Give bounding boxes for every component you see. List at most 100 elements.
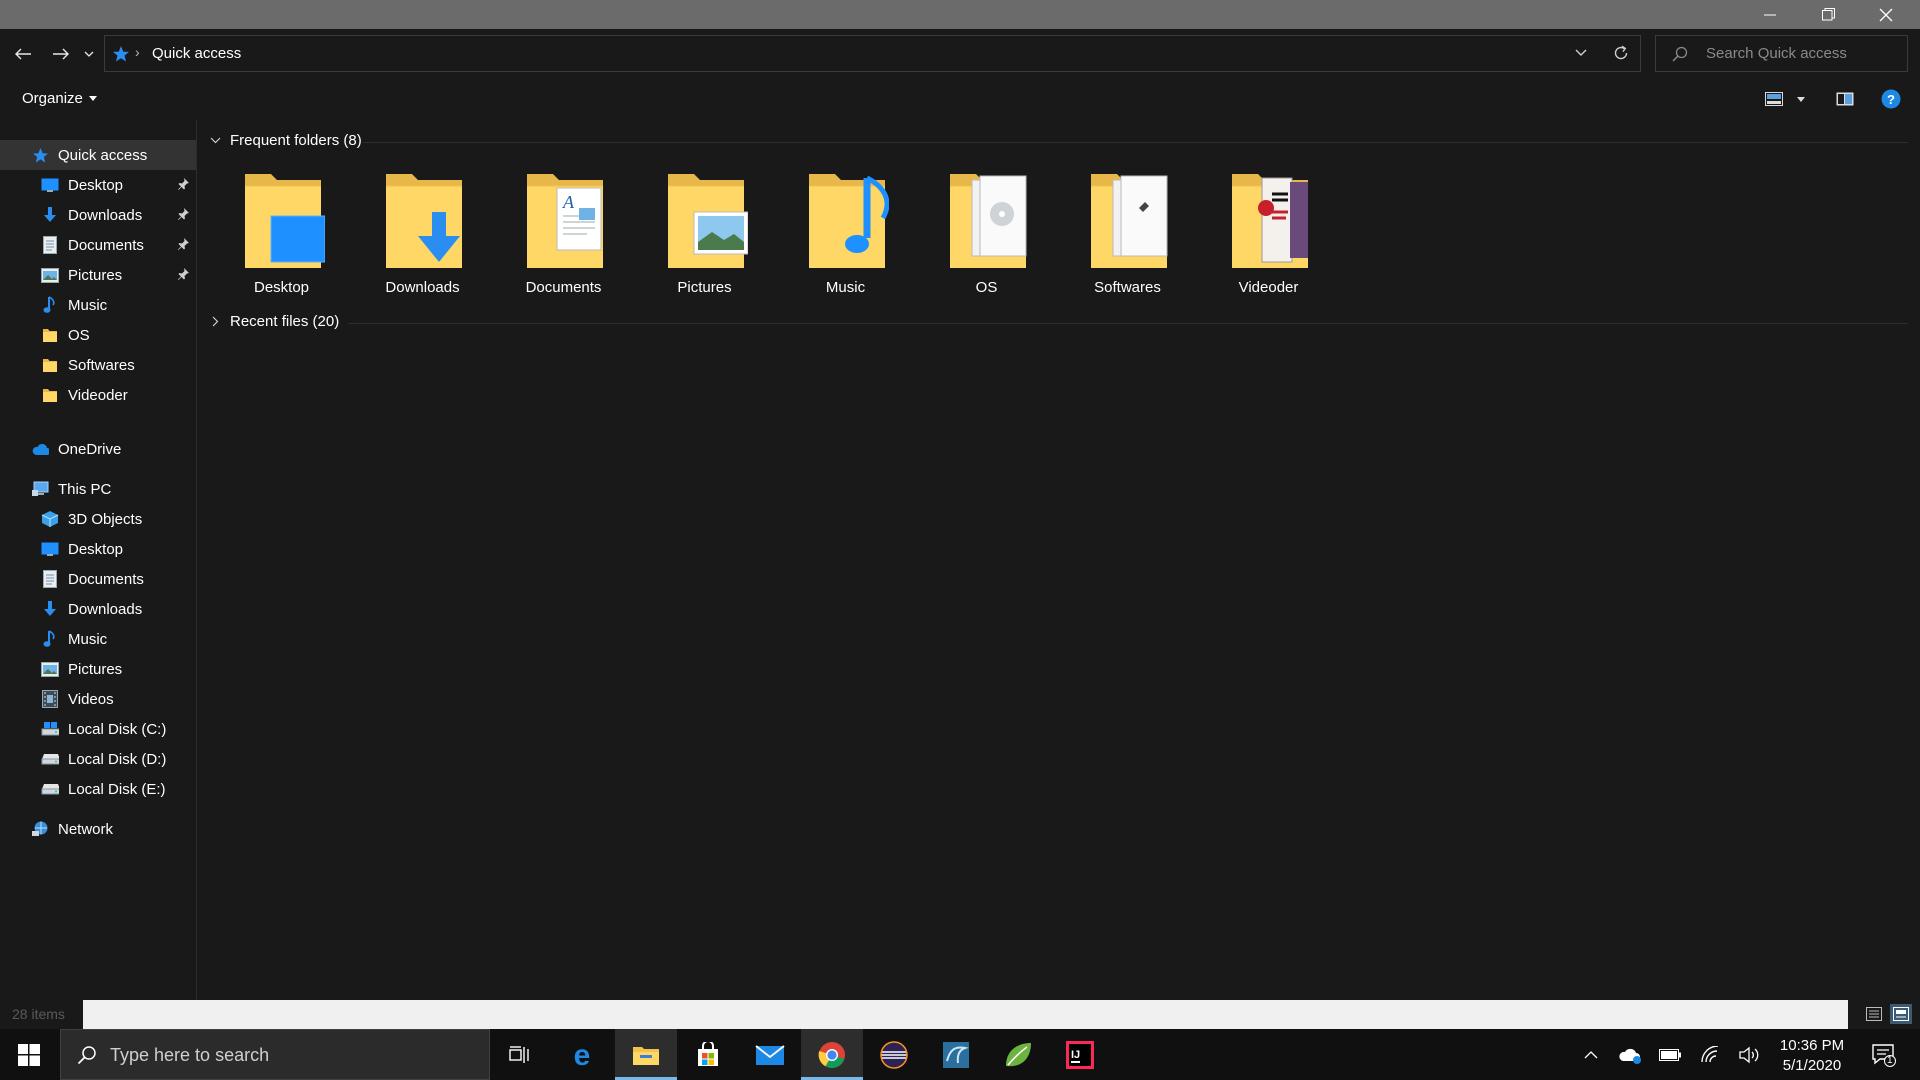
onedrive-cloud-icon: [1619, 1048, 1641, 1064]
close-button[interactable]: [1857, 0, 1915, 29]
recent-files-title: Recent files (20): [230, 313, 340, 330]
nav-pc-item[interactable]: 3D Objects: [0, 504, 196, 534]
nav-item-label: Downloads: [68, 206, 143, 224]
nav-item-desktop[interactable]: Desktop: [0, 170, 196, 200]
refresh-button[interactable]: [1612, 44, 1630, 67]
music-icon: [41, 630, 59, 648]
address-dropdown-button[interactable]: [1574, 46, 1588, 65]
preview-pane-button[interactable]: [1833, 88, 1857, 110]
nav-quick-access[interactable]: Quick access: [0, 140, 196, 170]
details-view-icon: [1866, 1007, 1882, 1021]
large-icons-view-button[interactable]: [1890, 1004, 1912, 1024]
pin-button[interactable]: [177, 267, 190, 284]
folder-icon: [41, 386, 59, 404]
nav-item-documents[interactable]: Documents: [0, 230, 196, 260]
edge-button[interactable]: e: [551, 1029, 613, 1080]
status-bar: 28 items: [0, 1000, 1920, 1029]
back-button[interactable]: [10, 41, 36, 67]
intellij-idea-button[interactable]: IJ: [1049, 1029, 1111, 1080]
folder-tile-documents[interactable]: A Documents: [493, 168, 634, 302]
volume-button[interactable]: [1736, 1029, 1764, 1080]
folder-tile-label: Desktop: [253, 279, 310, 296]
nav-item-videoder[interactable]: Videoder: [0, 380, 196, 410]
view-options-icon: [1765, 92, 1783, 106]
nav-item-label: Videoder: [68, 386, 128, 404]
organize-label: Organize: [22, 90, 83, 107]
pin-button[interactable]: [177, 177, 190, 194]
file-explorer-button[interactable]: [615, 1029, 677, 1080]
forward-button[interactable]: [48, 41, 74, 67]
pin-icon: [178, 238, 189, 250]
task-view-button[interactable]: [489, 1029, 551, 1080]
show-hidden-icons-button[interactable]: [1580, 1029, 1602, 1080]
folder-tile-videoder[interactable]: Videoder: [1198, 168, 1339, 302]
recent-files-header[interactable]: Recent files (20): [208, 313, 339, 330]
group-divider: [363, 142, 1908, 143]
folder-tile-downloads[interactable]: Downloads: [352, 168, 493, 302]
notification-count: 1: [1887, 1055, 1893, 1066]
folder-tile-pictures[interactable]: Pictures: [634, 168, 775, 302]
pin-button[interactable]: [177, 207, 190, 224]
nav-item-os[interactable]: OS: [0, 320, 196, 350]
downloads-icon: [41, 600, 59, 618]
more-views-button[interactable]: [1794, 88, 1808, 110]
videoder-folder-icon: [1228, 168, 1312, 272]
nav-pc-item-label: Music: [68, 630, 108, 648]
nav-network[interactable]: Network: [0, 814, 196, 844]
svg-text:A: A: [562, 192, 575, 212]
organize-button[interactable]: Organize: [22, 90, 97, 107]
frequent-folders-header[interactable]: Frequent folders (8): [208, 132, 362, 149]
chrome-button[interactable]: [801, 1029, 863, 1080]
nav-pc-item[interactable]: Local Disk (E:): [0, 774, 196, 804]
nav-pc-item[interactable]: Documents: [0, 564, 196, 594]
spring-tool-suite-button[interactable]: [987, 1029, 1049, 1080]
nav-pc-item[interactable]: Local Disk (D:): [0, 744, 196, 774]
pin-button[interactable]: [177, 237, 190, 254]
restore-button[interactable]: [1799, 0, 1857, 29]
nav-pc-item-label: Downloads: [68, 600, 143, 618]
folder-tile-desktop[interactable]: Desktop: [211, 168, 352, 302]
wifi-button[interactable]: [1696, 1029, 1724, 1080]
search-icon: [1671, 45, 1689, 68]
start-button[interactable]: [0, 1029, 58, 1080]
breadcrumb-quick-access[interactable]: Quick access: [152, 45, 241, 62]
onedrive-tray-button[interactable]: [1616, 1029, 1644, 1080]
folder-icon: [41, 356, 59, 374]
details-view-button[interactable]: [1863, 1004, 1885, 1024]
nav-item-pictures[interactable]: Pictures: [0, 260, 196, 290]
nav-item-downloads[interactable]: Downloads: [0, 200, 196, 230]
item-count: 28 items: [0, 1000, 83, 1029]
folder-tile-os[interactable]: OS: [916, 168, 1057, 302]
action-center-button[interactable]: 1: [1862, 1029, 1906, 1080]
breadcrumb-separator-icon: ›: [135, 44, 140, 60]
nav-pc-item[interactable]: Desktop: [0, 534, 196, 564]
search-box[interactable]: Search Quick access: [1655, 35, 1908, 72]
mail-button[interactable]: [739, 1029, 801, 1080]
nav-onedrive[interactable]: OneDrive: [0, 434, 196, 464]
pictures-icon: [41, 660, 59, 678]
pin-icon: [178, 268, 189, 280]
nav-item-softwares[interactable]: Softwares: [0, 350, 196, 380]
nav-pc-item[interactable]: Pictures: [0, 654, 196, 684]
address-bar[interactable]: › Quick access: [104, 35, 1641, 72]
forward-arrow-icon: [53, 48, 69, 60]
mysql-workbench-button[interactable]: [925, 1029, 987, 1080]
microsoft-store-button[interactable]: [677, 1029, 739, 1080]
clock[interactable]: 10:36 PM 5/1/2020: [1770, 1036, 1854, 1076]
nav-pc-item[interactable]: Music: [0, 624, 196, 654]
folder-tile-music[interactable]: Music: [775, 168, 916, 302]
nav-this-pc[interactable]: This PC: [0, 474, 196, 504]
battery-button[interactable]: [1656, 1029, 1684, 1080]
nav-pc-item[interactable]: Downloads: [0, 594, 196, 624]
nav-item-music[interactable]: Music: [0, 290, 196, 320]
taskbar-search-box[interactable]: Type here to search: [60, 1029, 490, 1080]
minimize-button[interactable]: [1741, 0, 1799, 29]
nav-pc-item[interactable]: Local Disk (C:): [0, 714, 196, 744]
folder-tile-label: Pictures: [677, 279, 732, 296]
recent-locations-button[interactable]: [80, 41, 98, 67]
nav-pc-item[interactable]: Videos: [0, 684, 196, 714]
eclipse-button[interactable]: [863, 1029, 925, 1080]
folder-tile-softwares[interactable]: Softwares: [1057, 168, 1198, 302]
help-button[interactable]: ?: [1879, 88, 1903, 110]
change-view-button[interactable]: [1765, 88, 1783, 110]
